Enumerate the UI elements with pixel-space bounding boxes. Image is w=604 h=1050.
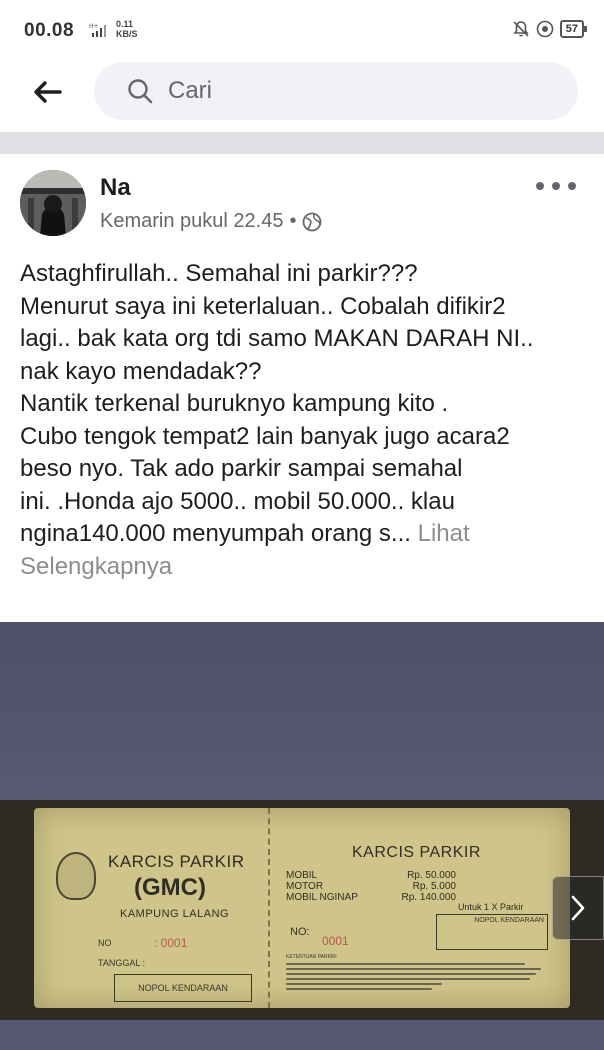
rate-row: MOBIL NGINAP Rp. 140.000 — [286, 892, 456, 903]
ticket-location: KAMPUNG LALANG — [120, 908, 230, 920]
rate-label: MOTOR — [286, 881, 324, 892]
svg-text:H+: H+ — [89, 23, 99, 30]
rule-line — [286, 978, 531, 980]
rule-line — [286, 968, 541, 970]
ticket-rules: KETENTUAN PARKIR: — [286, 954, 546, 993]
next-photo-button[interactable] — [552, 876, 604, 940]
rate-price: Rp. 50.000 — [407, 870, 456, 881]
post-body-line: nak kayo mendadak?? — [20, 357, 262, 385]
ticket-no-label: NO — [98, 938, 112, 948]
rate-price: Rp. 5.000 — [412, 881, 456, 892]
arrow-left-icon — [34, 81, 62, 103]
post-body-line: lagi.. bak kata org tdi samo MAKAN DARAH… — [20, 325, 534, 352]
ticket-title-right: KARCIS PARKIR — [352, 844, 481, 861]
photo-background — [0, 622, 604, 800]
more-options-button[interactable] — [536, 174, 576, 198]
chevron-right-icon — [571, 895, 585, 921]
ticket-title-left: KARCIS PARKIR — [108, 852, 245, 871]
post-body-line: Astaghfirullah.. Semahal ini parkir??? — [20, 260, 418, 287]
post-body-line-last: ngina140.000 menyumpah orang s... Lihat — [20, 518, 590, 551]
post-body-line: ngina140.000 menyumpah orang s... — [20, 520, 411, 547]
avatar[interactable] — [20, 170, 86, 236]
section-divider — [0, 132, 604, 154]
rule-line — [286, 973, 536, 975]
ticket-rates: MOBIL Rp. 50.000 MOTOR Rp. 5.000 MOBIL NGI… — [286, 870, 456, 903]
parking-ticket: KARCIS PARKIR (GMC) KAMPUNG LALANG NO : … — [34, 808, 570, 1008]
battery-icon: 57 — [559, 20, 588, 38]
globe-icon — [303, 212, 322, 231]
ticket-rules-header: KETENTUAN PARKIR: — [286, 954, 338, 960]
post-author[interactable]: Na — [100, 174, 131, 202]
ticket-plate-box-right: NOPOL KENDARAAN — [436, 914, 548, 950]
rule-line — [286, 963, 526, 965]
ticket-no2-label: NO: — [290, 926, 310, 938]
see-more-link-continued[interactable]: Selengkapnya — [20, 551, 590, 584]
signal-icon: H+ — [89, 23, 106, 37]
at-icon — [536, 20, 554, 38]
post: Na Kemarin pukul 22.45 • Astaghfirullah.… — [0, 154, 604, 1050]
network-speed-value: 0.11 — [116, 19, 134, 29]
rate-label: MOBIL NGINAP — [286, 892, 358, 903]
status-time: 00.08 — [24, 20, 75, 41]
post-body-line: Cubo tengok tempat2 lain banyak jugo aca… — [20, 422, 510, 450]
post-body-line: Nantik terkenal buruknyo kampung kito . — [20, 390, 449, 417]
profile-photo — [20, 170, 86, 236]
rate-row: MOBIL Rp. 50.000 — [286, 870, 456, 881]
dot-icon — [552, 182, 560, 190]
post-body: Astaghfirullah.. Semahal ini parkir??? M… — [20, 258, 590, 583]
post-meta: Kemarin pukul 22.45 • — [100, 210, 322, 233]
ticket-date-label: TANGGAL : — [98, 958, 146, 968]
ticket-plate-box: NOPOL KENDARAAN — [114, 974, 252, 1002]
ticket-stub: KARCIS PARKIR (GMC) KAMPUNG LALANG NO : … — [34, 808, 270, 1008]
ticket-no2-value: 0001 — [322, 934, 349, 948]
post-timestamp[interactable]: Kemarin pukul 22.45 — [100, 210, 283, 233]
dot-icon — [568, 182, 576, 190]
status-bar: 00.08 H+ 0.11 KB/S 57 — [0, 0, 604, 62]
rate-row: MOTOR Rp. 5.000 — [286, 881, 456, 892]
network-speed-unit: KB/S — [116, 29, 138, 39]
network-speed: 0.11 KB/S — [116, 19, 138, 39]
ticket-no-value: : 0001 — [154, 936, 188, 950]
post-body-line: Menurut saya ini keterlaluan.. Cobalah d… — [20, 292, 506, 320]
see-more-link[interactable]: Lihat — [418, 520, 470, 547]
search-input[interactable]: Cari — [94, 62, 578, 120]
status-icons: 57 — [512, 20, 588, 38]
meta-separator: • — [289, 210, 297, 232]
post-body-line: ini. .Honda ajo 5000.. mobil 50.000.. kl… — [20, 487, 455, 515]
dot-icon — [536, 182, 544, 190]
emblem-icon — [56, 852, 96, 900]
rate-label: MOBIL — [286, 870, 318, 881]
rate-price: Rp. 140.000 — [401, 892, 457, 903]
post-body-line: beso nyo. Tak ado parkir sampai semahal — [20, 455, 463, 482]
search-icon — [128, 79, 153, 104]
bell-off-icon — [513, 21, 529, 37]
search-placeholder: Cari — [168, 77, 213, 104]
rule-line — [286, 983, 442, 985]
search-header: Cari — [0, 62, 604, 132]
ticket-single-use: Untuk 1 X Parkir — [458, 902, 524, 912]
back-button[interactable] — [24, 74, 70, 110]
post-photo[interactable]: KARCIS PARKIR (GMC) KAMPUNG LALANG NO : … — [0, 622, 604, 1050]
ticket-subtitle: (GMC) — [134, 874, 206, 901]
rule-line — [286, 988, 432, 990]
photo-background-bottom — [0, 1020, 604, 1050]
